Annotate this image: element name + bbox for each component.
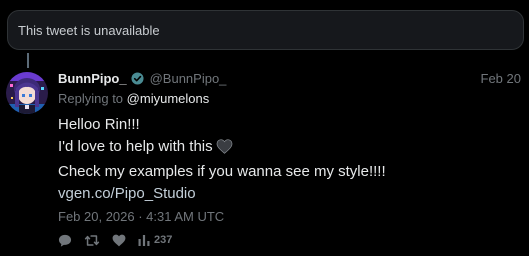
tweet-timestamp[interactable]: Feb 20, 2026 · 4:31 AM UTC — [58, 209, 224, 224]
verified-badge-icon — [131, 72, 144, 85]
views-button[interactable]: 237 — [138, 234, 172, 246]
tweet-line-2: I'd love to help with this — [58, 136, 518, 161]
display-name[interactable]: BunnPipo_ — [58, 71, 127, 86]
avatar-image — [6, 72, 48, 114]
tweet-actions: 237 — [58, 232, 172, 248]
thread-connector-line — [27, 53, 29, 68]
author-handle[interactable]: @BunnPipo_ — [150, 71, 227, 86]
retweet-icon — [84, 234, 100, 246]
tweet-line-3: Check my examples if you wanna see my st… — [58, 163, 386, 180]
tweet-body: Helloo Rin!!! I'd love to help with this… — [58, 114, 518, 205]
tweet-date[interactable]: Feb 20 — [481, 71, 521, 86]
like-button[interactable] — [112, 234, 126, 247]
tweet-line-2-text: I'd love to help with this — [58, 138, 213, 155]
heart-icon — [112, 234, 126, 246]
reply-button[interactable] — [58, 234, 72, 247]
unavailable-tweet-notice: This tweet is unavailable — [7, 10, 524, 50]
unavailable-tweet-text: This tweet is unavailable — [18, 22, 160, 38]
bar-chart-icon — [138, 235, 150, 246]
avatar[interactable] — [6, 72, 48, 114]
retweet-button[interactable] — [84, 234, 100, 247]
reply-icon — [58, 234, 72, 247]
replying-mention-link[interactable]: @miyumelons — [127, 91, 210, 106]
tweet-link[interactable]: vgen.co/Pipo_Studio — [58, 183, 518, 205]
replying-prefix: Replying to — [58, 91, 124, 106]
tweet-line-1: Helloo Rin!!! — [58, 116, 140, 133]
replying-to: Replying to @miyumelons — [58, 91, 209, 106]
black-heart-icon — [216, 139, 233, 161]
views-count: 237 — [154, 234, 173, 246]
tweet-header: BunnPipo_ @BunnPipo_ Feb 20 — [58, 71, 521, 86]
